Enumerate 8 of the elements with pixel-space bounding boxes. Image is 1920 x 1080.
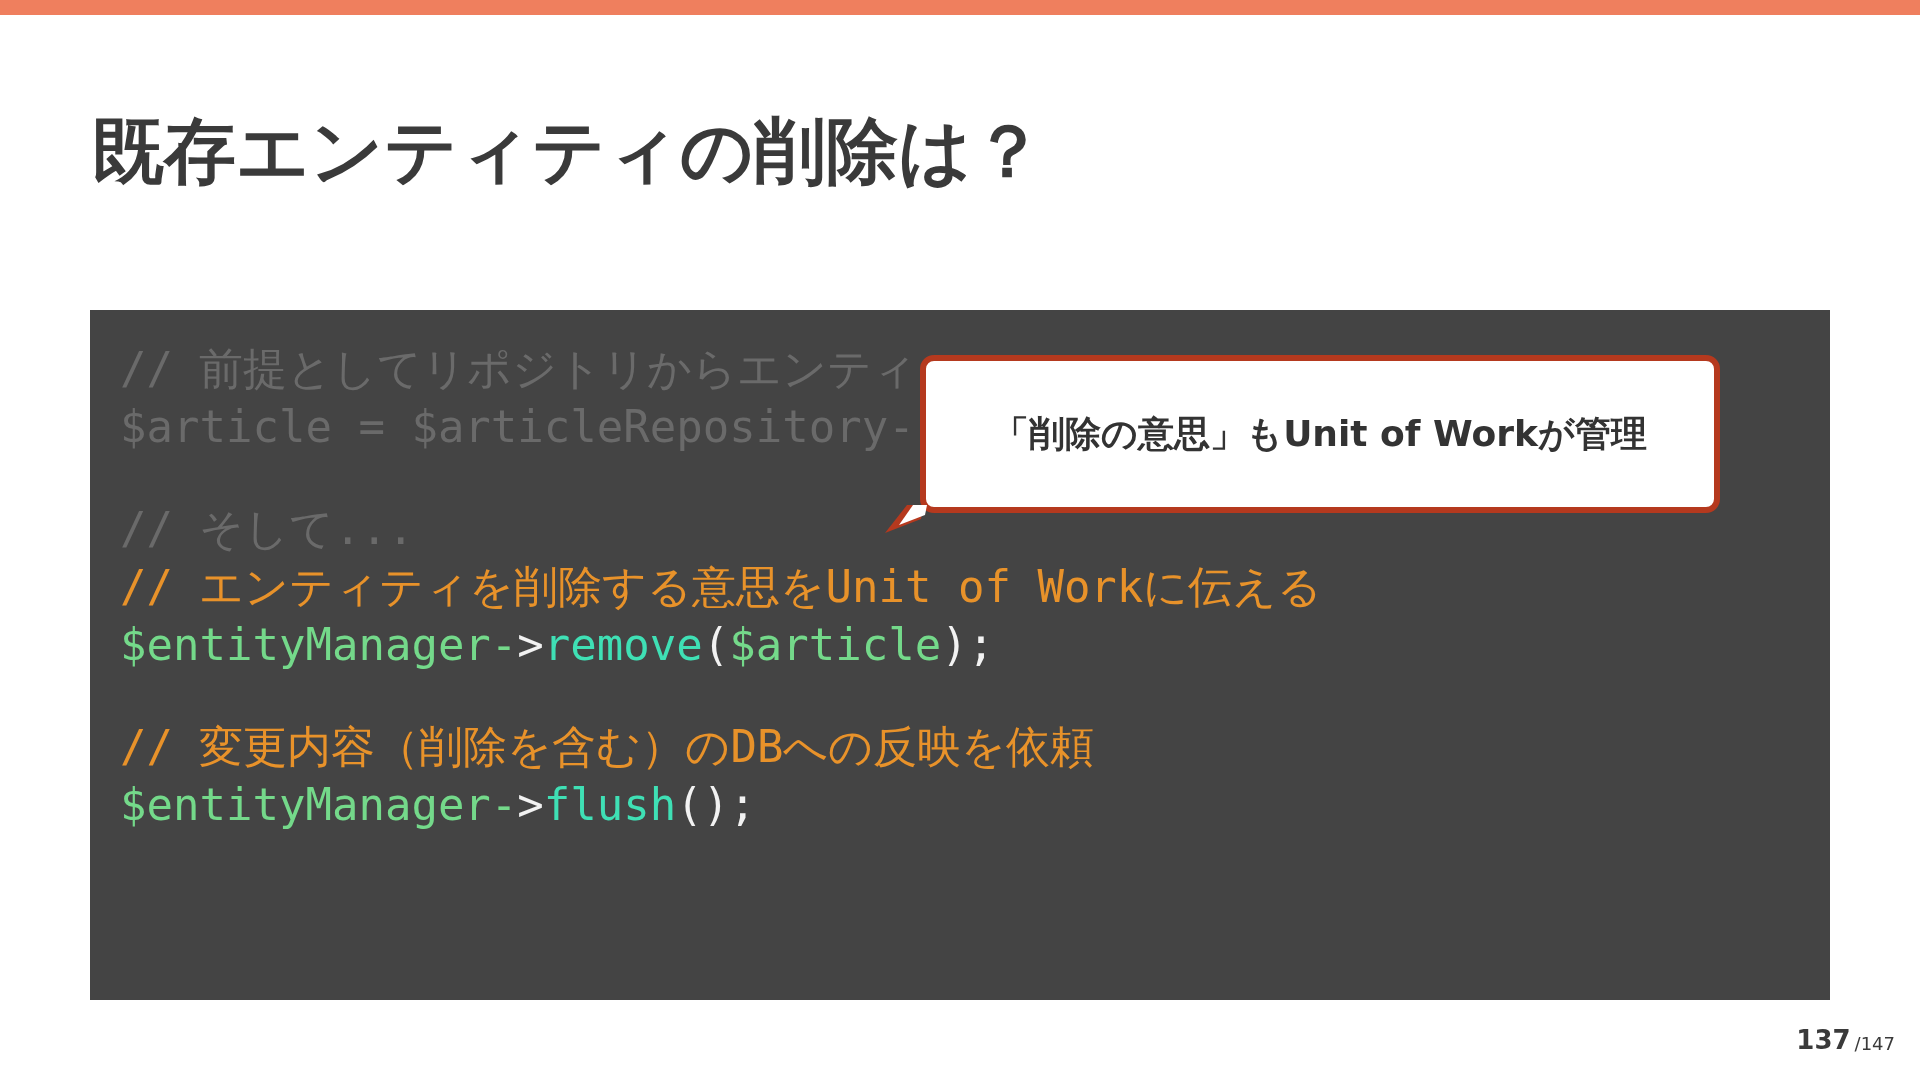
page-number: 137 (1796, 1023, 1851, 1057)
code-line: // エンティティを削除する意思をUnit of Workに伝える (120, 560, 1323, 614)
slide-title: 既存エンティティの削除は？ (92, 115, 1045, 187)
code-line: // 変更内容（削除を含む）のDBへの反映を依頼 (120, 720, 1095, 774)
page-total: /147 (1854, 1031, 1895, 1056)
code-line: $entityManager->remove($article); (120, 618, 995, 672)
code-line: $entityManager->flush(); (120, 778, 756, 832)
callout-text: 「削除の意思」もUnit of Workが管理 (993, 412, 1647, 456)
